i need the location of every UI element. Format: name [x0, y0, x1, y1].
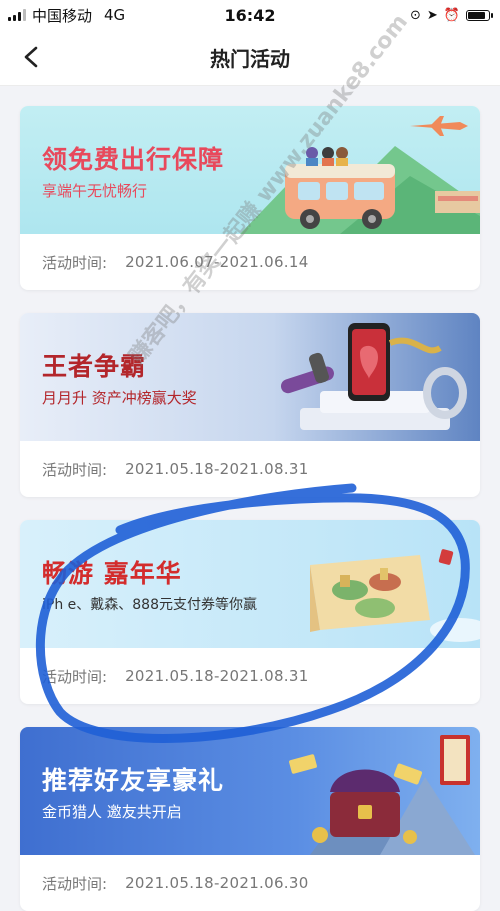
battery-icon	[466, 9, 493, 21]
treasure-chest-illustration	[289, 735, 475, 855]
activity-card-king-contest[interactable]: 王者争霸 月月升 资产冲榜赢大奖 活动时间: 2021.05.18-2021.0…	[20, 313, 480, 497]
chevron-left-icon	[24, 46, 38, 68]
activity-time-row: 活动时间: 2021.05.18-2021.06.30	[20, 855, 480, 911]
activity-subtitle: 月月升 资产冲榜赢大奖	[42, 389, 197, 407]
back-button[interactable]	[16, 42, 46, 72]
prize-products-illustration	[280, 323, 467, 430]
activity-time-row: 活动时间: 2021.06.07-2021.06.14	[20, 234, 480, 290]
activity-title: 推荐好友享豪礼	[42, 766, 225, 795]
activity-card-carnival[interactable]: 畅游 嘉年华 iPh e、戴森、888元支付券等你赢 活动时间: 2021.05…	[20, 520, 480, 704]
activity-time-label: 活动时间:	[42, 874, 108, 893]
status-right: ⊙ ➤ ⏰	[410, 7, 493, 23]
activity-card-refer-friends[interactable]: 推荐好友享豪礼 金币猎人 邀友共开启 活动时间: 2021.05.18-2021…	[20, 727, 480, 911]
activity-banner[interactable]: 王者争霸 月月升 资产冲榜赢大奖	[20, 313, 480, 441]
nav-bar: 热门活动	[0, 30, 500, 86]
activity-banner[interactable]: 畅游 嘉年华 iPh e、戴森、888元支付券等你赢	[20, 520, 480, 648]
activity-subtitle: 享端午无忧畅行	[42, 182, 148, 200]
activity-time-label: 活动时间:	[42, 667, 108, 686]
status-bar: 中国移动 4G 16:42 ⊙ ➤ ⏰	[0, 0, 500, 30]
activity-banner[interactable]: 领免费出行保障 享端午无忧畅行	[20, 106, 480, 234]
activity-subtitle: 金币猎人 邀友共开启	[42, 803, 182, 821]
activity-title: 领免费出行保障	[42, 145, 225, 174]
activity-title: 畅游 嘉年华	[42, 559, 182, 588]
activity-time-value: 2021.05.18-2021.08.31	[125, 667, 309, 685]
activity-card-travel-protection[interactable]: 领免费出行保障 享端午无忧畅行 活动时间: 2021.06.07-2021.06…	[20, 106, 480, 290]
activity-time-value: 2021.06.07-2021.06.14	[125, 253, 309, 271]
activity-time-label: 活动时间:	[42, 253, 108, 272]
activity-time-row: 活动时间: 2021.05.18-2021.08.31	[20, 441, 480, 497]
rotation-lock-icon: ⊙	[410, 7, 421, 23]
treasure-map-illustration	[310, 549, 480, 642]
activity-time-value: 2021.05.18-2021.06.30	[125, 874, 309, 892]
location-icon: ➤	[426, 7, 438, 23]
camper-van-illustration	[240, 116, 480, 234]
page-title: 热门活动	[210, 47, 290, 71]
activity-time-label: 活动时间:	[42, 460, 108, 479]
activity-title: 王者争霸	[42, 352, 147, 381]
alarm-icon: ⏰	[443, 7, 460, 23]
activity-subtitle: iPh e、戴森、888元支付券等你赢	[42, 597, 257, 613]
activity-banner[interactable]: 推荐好友享豪礼 金币猎人 邀友共开启	[20, 727, 480, 855]
activity-time-value: 2021.05.18-2021.08.31	[125, 460, 309, 478]
activity-time-row: 活动时间: 2021.05.18-2021.08.31	[20, 648, 480, 704]
